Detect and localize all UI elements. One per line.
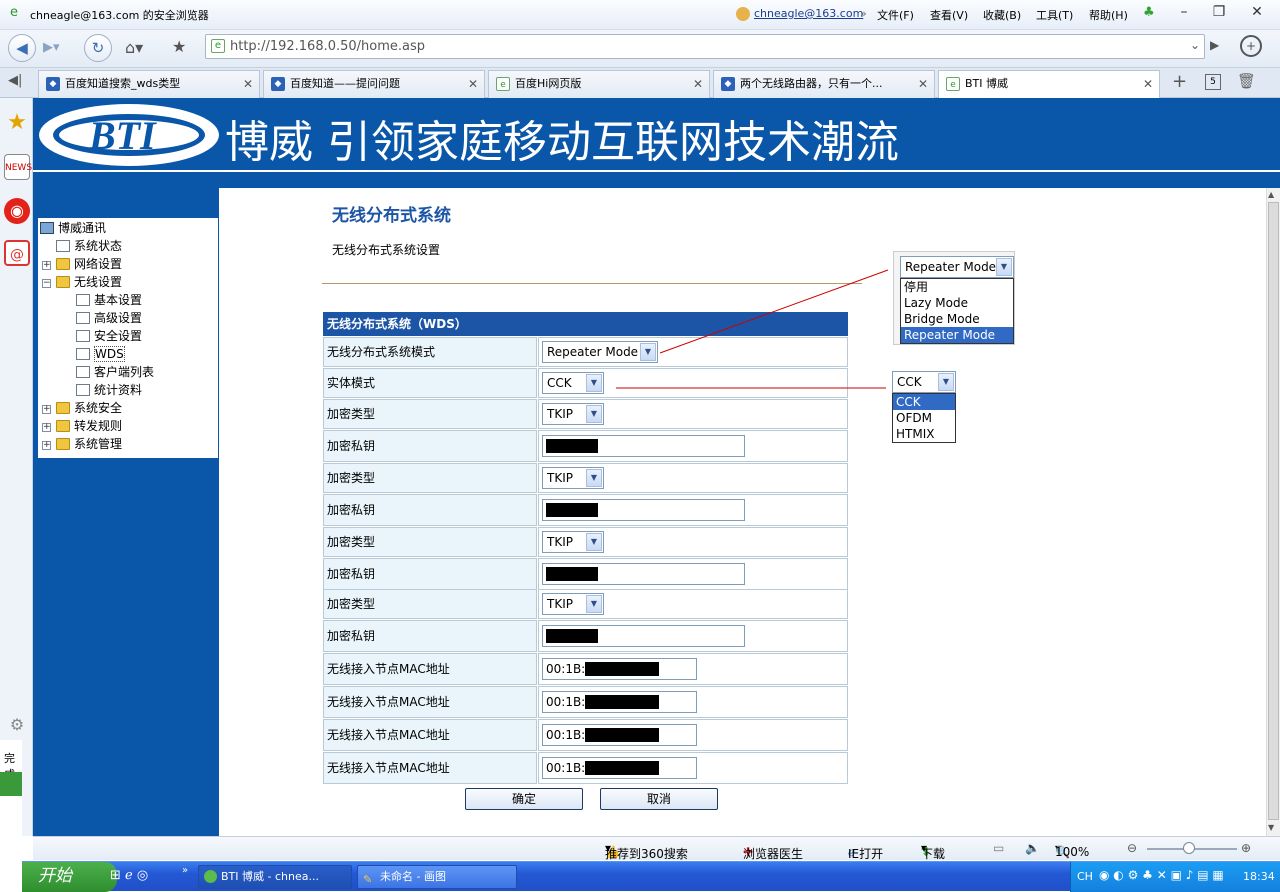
option-htmix[interactable]: HTMIX <box>893 426 955 442</box>
status-label: 下载 <box>921 847 946 861</box>
clock: 18:34 <box>1243 870 1275 883</box>
system-tray: CH ◉ ◐ ⚙ ♣ ✕ ▣ ♪ ▤ ▦ 18:34 <box>1070 862 1280 892</box>
screen-icon[interactable]: ▭ <box>993 841 1004 855</box>
taskbar: 开始 ⊞ ℯ ◎ » BTI 博威 - chnea... ✎ 未命名 - 画图 C… <box>22 861 1280 892</box>
annotation-lines <box>616 269 889 389</box>
option-repeater[interactable]: Repeater Mode <box>901 327 1013 343</box>
chevron-down-icon: ▼ <box>996 258 1012 276</box>
zoom-out-icon[interactable]: ⊖ <box>1127 841 1137 855</box>
select-value: CCK <box>897 375 922 389</box>
quicklaunch-icons[interactable]: ⊞ ℯ ◎ <box>110 868 148 883</box>
paint-icon: ✎ <box>363 873 373 886</box>
option-disabled[interactable]: 停用 <box>901 279 1013 295</box>
mode-options-list: 停用 Lazy Mode Bridge Mode Repeater Mode <box>900 278 1014 344</box>
phy-callout: CCK ▼ CCK OFDM HTMIX <box>892 371 958 443</box>
option-bridge[interactable]: Bridge Mode <box>901 311 1013 327</box>
status-download[interactable]: ⬇ 下载 ▾ <box>921 841 945 861</box>
phy-options-list: CCK OFDM HTMIX <box>892 393 956 443</box>
sound-icon[interactable]: 🔈 <box>1025 841 1040 855</box>
zoom-value: 100% <box>1055 845 1090 859</box>
task-label: BTI 博威 - chnea... <box>221 870 319 883</box>
phy-callout-select[interactable]: CCK ▼ <box>892 371 956 393</box>
status-label: 推荐到360搜索 <box>605 847 688 861</box>
chevron-down-icon: ▼ <box>938 373 954 391</box>
status-search[interactable]: 👍 推荐到360搜索 ▾ <box>605 841 688 861</box>
task-paint[interactable]: ✎ 未命名 - 画图 <box>357 865 517 889</box>
tray-icons[interactable]: ◉ ◐ ⚙ ♣ ✕ ▣ ♪ ▤ ▦ <box>1099 868 1224 882</box>
status-bar: 👍 推荐到360搜索 ▾ ✚ 浏览器医生 ℯ IE打开 ⬇ 下载 ▾ ▭ 🔈 🔍 10… <box>33 836 1280 861</box>
select-value: Repeater Mode <box>905 260 997 274</box>
zoom-slider-handle[interactable] <box>1183 842 1195 854</box>
mode-callout-select[interactable]: Repeater Mode ▼ <box>900 256 1014 278</box>
annotation-line-mode <box>659 269 889 354</box>
zoom-control[interactable]: 🔍 100% ▾ <box>1055 841 1089 859</box>
status-label: IE打开 <box>848 847 884 861</box>
status-label: 浏览器医生 <box>743 847 804 861</box>
task-browser[interactable]: BTI 博威 - chnea... <box>198 865 352 889</box>
quicklaunch-more-icon[interactable]: » <box>182 865 188 876</box>
task-label: 未命名 - 画图 <box>380 870 446 883</box>
option-ofdm[interactable]: OFDM <box>893 410 955 426</box>
option-cck[interactable]: CCK <box>893 394 955 410</box>
browser-task-icon <box>204 870 217 883</box>
windows-flag-icon <box>0 772 22 796</box>
option-lazy[interactable]: Lazy Mode <box>901 295 1013 311</box>
start-button[interactable]: 开始 <box>22 862 117 892</box>
left-edge-panel: 完成 <box>0 740 22 891</box>
mode-callout: Repeater Mode ▼ 停用 Lazy Mode Bridge Mode … <box>893 251 1015 345</box>
zoom-in-icon[interactable]: ⊕ <box>1241 841 1251 855</box>
language-indicator[interactable]: CH <box>1077 870 1093 883</box>
